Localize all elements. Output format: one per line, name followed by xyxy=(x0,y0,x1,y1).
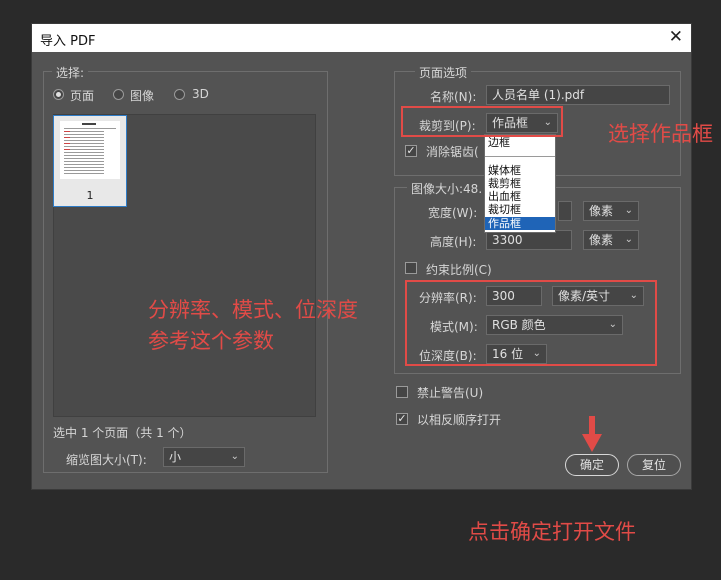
thumbnail-page-number: 1 xyxy=(86,189,94,202)
annotation-params-line2: 参考这个参数 xyxy=(148,329,274,353)
crop-option-bleed-box[interactable]: 出血框 xyxy=(488,190,521,203)
width-unit-value: 像素 xyxy=(589,204,614,218)
image-size-legend: 图像大小:48. xyxy=(407,180,487,197)
constrain-checkbox[interactable] xyxy=(405,262,417,274)
name-field[interactable]: 人员名单 (1).pdf xyxy=(486,85,670,105)
dropdown-divider xyxy=(485,156,555,157)
height-unit-select[interactable]: 像素 ⌄ xyxy=(583,230,639,250)
width-label: 宽度(W): xyxy=(428,206,478,220)
ok-button[interactable]: 确定 xyxy=(565,454,619,476)
annotation-arrow-down-icon xyxy=(582,416,602,452)
selection-status: 选中 1 个页面（共 1 个） xyxy=(53,426,192,440)
radio-images[interactable] xyxy=(113,89,124,100)
radio-3d-label: 3D xyxy=(192,87,209,101)
reverse-order-checkbox[interactable]: ✓ xyxy=(396,413,408,425)
antialias-label: 消除锯齿( xyxy=(426,145,479,159)
radio-pages[interactable] xyxy=(53,89,64,100)
crop-option-trim-box[interactable]: 裁切框 xyxy=(488,203,521,216)
reset-button[interactable]: 复位 xyxy=(627,454,681,476)
dialog-title: 导入 PDF xyxy=(40,34,96,49)
constrain-label: 约束比例(C) xyxy=(426,263,492,277)
page-thumbnail[interactable]: 1 xyxy=(53,115,127,207)
document-preview-image xyxy=(60,121,120,179)
annotation-box-crop xyxy=(401,106,563,137)
height-unit-value: 像素 xyxy=(589,233,614,247)
crop-option-art-box[interactable]: 作品框 xyxy=(485,217,555,230)
page-options-legend: 页面选项 xyxy=(415,64,472,81)
annotation-box-params xyxy=(405,280,657,366)
width-field[interactable] xyxy=(558,201,572,221)
crop-option-bounding-box[interactable]: 边框 xyxy=(488,136,510,149)
select-group-legend: 选择: xyxy=(52,64,89,81)
height-field[interactable]: 3300 xyxy=(486,230,572,250)
thumb-size-select[interactable]: 小 ⌄ xyxy=(163,447,245,467)
annotation-params-line1: 分辨率、模式、位深度 xyxy=(148,298,358,322)
annotation-select-artbox: 选择作品框 xyxy=(608,122,713,146)
width-unit-select[interactable]: 像素 ⌄ xyxy=(583,201,639,221)
radio-images-label: 图像 xyxy=(130,89,155,103)
radio-3d[interactable] xyxy=(174,89,185,100)
thumb-size-label: 缩览图大小(T): xyxy=(66,453,147,467)
crop-option-crop-box[interactable]: 裁剪框 xyxy=(488,177,521,190)
antialias-checkbox[interactable]: ✓ xyxy=(405,145,417,157)
title-bar: 导入 PDF ✕ xyxy=(32,24,691,52)
chevron-down-icon: ⌄ xyxy=(230,451,239,462)
radio-pages-label: 页面 xyxy=(70,89,95,103)
chevron-down-icon: ⌄ xyxy=(624,205,633,216)
height-label: 高度(H): xyxy=(430,235,477,249)
thumb-size-value: 小 xyxy=(169,450,182,464)
name-label: 名称(N): xyxy=(430,90,477,104)
crop-dropdown-list: 边框 媒体框 裁剪框 出血框 裁切框 作品框 xyxy=(484,134,556,233)
close-icon[interactable]: ✕ xyxy=(669,27,683,47)
crop-option-media-box[interactable]: 媒体框 xyxy=(488,164,521,177)
suppress-warnings-checkbox[interactable] xyxy=(396,386,408,398)
suppress-warnings-label: 禁止警告(U) xyxy=(417,386,484,400)
chevron-down-icon: ⌄ xyxy=(624,234,633,245)
annotation-click-ok: 点击确定打开文件 xyxy=(468,520,636,544)
reverse-order-label: 以相反顺序打开 xyxy=(417,413,502,427)
